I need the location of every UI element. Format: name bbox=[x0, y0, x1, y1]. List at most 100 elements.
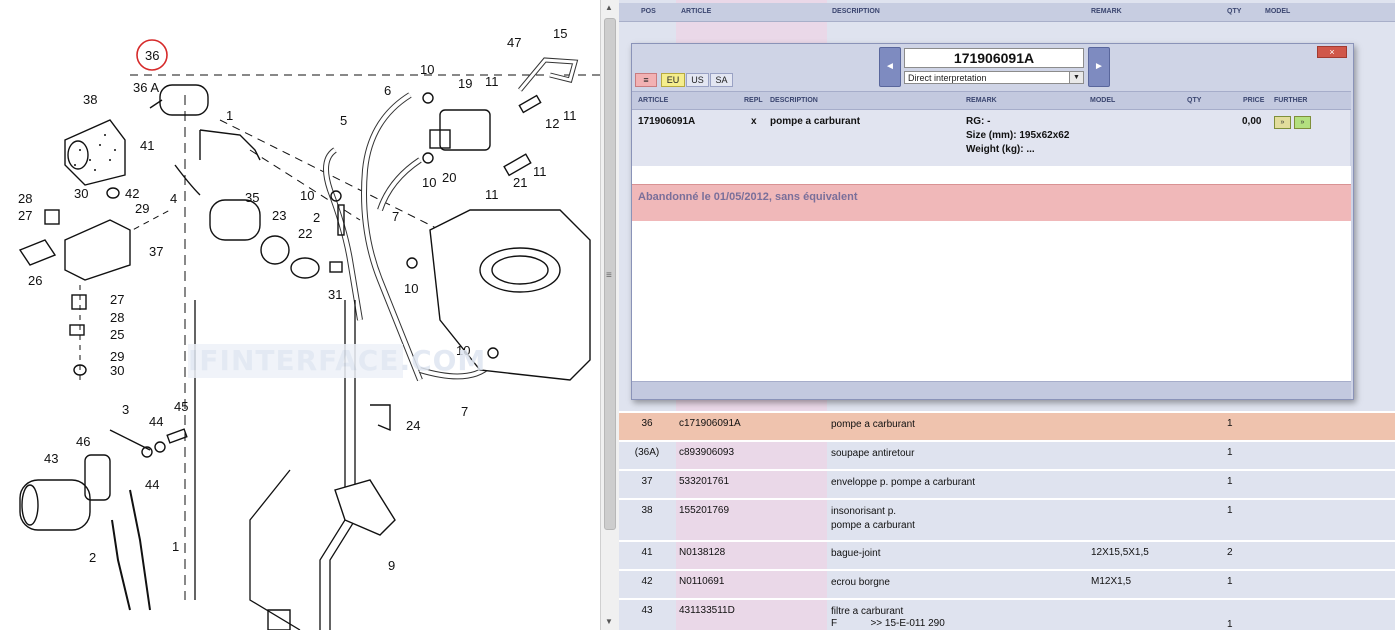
svg-text:2: 2 bbox=[313, 210, 320, 225]
scroll-down-icon[interactable]: ▼ bbox=[605, 617, 613, 626]
further-info-button[interactable]: » bbox=[1274, 116, 1291, 129]
discontinued-notice-text: Abandonné le 01/05/2012, sans équivalent bbox=[638, 191, 858, 203]
svg-text:44: 44 bbox=[145, 477, 159, 492]
row-article[interactable]: 431133511D bbox=[679, 605, 735, 616]
table-row[interactable]: 41 N0138128 bague-joint 12X15,5X1,5 2 bbox=[619, 540, 1395, 569]
popup-body-empty bbox=[632, 221, 1351, 381]
next-article-button[interactable]: ► bbox=[1088, 47, 1110, 87]
parts-list-header: POS ARTICLE DESCRIPTION REMARK QTY MODEL bbox=[619, 3, 1395, 22]
prev-article-button[interactable]: ◄ bbox=[879, 47, 901, 87]
article-number-display[interactable]: 171906091A bbox=[904, 48, 1084, 68]
svg-text:11: 11 bbox=[485, 187, 499, 202]
svg-text:10: 10 bbox=[300, 188, 314, 203]
row-article[interactable]: 533201761 bbox=[679, 476, 729, 487]
region-sa-button[interactable]: SA bbox=[710, 73, 733, 87]
region-eu-button[interactable]: EU bbox=[661, 73, 685, 87]
svg-text:7: 7 bbox=[461, 404, 468, 419]
table-row[interactable]: 43 431133511D filtre a carburant F >> 15… bbox=[619, 598, 1395, 630]
close-button[interactable]: × bbox=[1317, 46, 1347, 58]
svg-text:46: 46 bbox=[76, 434, 90, 449]
table-row[interactable]: 38 155201769 insonorisant p. pompe a car… bbox=[619, 498, 1395, 540]
header-qty[interactable]: QTY bbox=[1227, 8, 1241, 15]
popup-remark-weight: Weight (kg): ... bbox=[966, 144, 1035, 155]
header-remark[interactable]: REMARK bbox=[1091, 8, 1122, 15]
row-description: pompe a carburant bbox=[831, 419, 915, 430]
popup-header-price: PRICE bbox=[1243, 97, 1265, 104]
svg-text:30: 30 bbox=[74, 186, 88, 201]
table-row[interactable]: 42 N0110691 ecrou borgne M12X1,5 1 bbox=[619, 569, 1395, 598]
parts-diagram[interactable]: 36 36 A 38 1 5 6 10 19 47 15 11 11 12 41… bbox=[0, 0, 600, 630]
svg-text:28: 28 bbox=[110, 310, 124, 325]
svg-text:20: 20 bbox=[442, 170, 456, 185]
row-qty: 1 bbox=[1227, 447, 1233, 458]
table-row[interactable]: (36A) c893906093 soupape antiretour 1 bbox=[619, 440, 1395, 469]
svg-text:45: 45 bbox=[174, 399, 188, 414]
svg-text:6: 6 bbox=[384, 83, 391, 98]
row-description: insonorisant p. bbox=[831, 506, 897, 517]
svg-text:27: 27 bbox=[18, 208, 32, 223]
row-pos: 41 bbox=[641, 547, 653, 558]
header-description[interactable]: DESCRIPTION bbox=[832, 8, 880, 15]
popup-header-repl: REPL bbox=[744, 97, 763, 104]
row-article[interactable]: N0110691 bbox=[679, 576, 724, 587]
popup-header-article: ARTICLE bbox=[638, 97, 669, 104]
row-pos: 37 bbox=[641, 476, 653, 487]
popup-header-remark: REMARK bbox=[966, 97, 997, 104]
row-article[interactable]: c171906091A bbox=[679, 418, 741, 429]
svg-text:22: 22 bbox=[298, 226, 312, 241]
splitter-grip-icon[interactable]: ≡ bbox=[606, 270, 612, 281]
popup-header-model: MODEL bbox=[1090, 97, 1116, 104]
popup-header-qty: QTY bbox=[1187, 97, 1202, 104]
svg-text:7: 7 bbox=[392, 209, 399, 224]
svg-text:35: 35 bbox=[245, 190, 259, 205]
row-pos: 38 bbox=[641, 505, 653, 516]
chevron-down-icon[interactable]: ▼ bbox=[1069, 72, 1083, 83]
svg-text:3: 3 bbox=[122, 402, 129, 417]
svg-text:1: 1 bbox=[226, 108, 233, 123]
row-qty: 2 bbox=[1227, 547, 1233, 558]
interpretation-select[interactable]: Direct interpretation ▼ bbox=[904, 71, 1084, 84]
header-pos[interactable]: POS bbox=[641, 8, 656, 15]
svg-text:11: 11 bbox=[563, 108, 577, 123]
row-remark: 12X15,5X1,5 bbox=[1091, 547, 1149, 558]
row-pos: 36 bbox=[641, 418, 653, 429]
scroll-up-icon[interactable]: ▲ bbox=[605, 3, 613, 12]
row-qty: 1 bbox=[1227, 505, 1233, 516]
row-description: bague-joint bbox=[831, 548, 881, 559]
popup-spacer bbox=[632, 166, 1351, 184]
svg-text:41: 41 bbox=[140, 138, 154, 153]
popup-header-further: FURTHER bbox=[1274, 97, 1308, 104]
table-row[interactable]: 36 c171906091A pompe a carburant 1 bbox=[619, 411, 1395, 440]
arrow-left-icon: ◄ bbox=[885, 61, 895, 72]
svg-text:27: 27 bbox=[110, 292, 124, 307]
row-article[interactable]: N0138128 bbox=[679, 547, 725, 558]
header-article[interactable]: ARTICLE bbox=[681, 8, 711, 15]
table-row[interactable]: 37 533201761 enveloppe p. pompe a carbur… bbox=[619, 469, 1395, 498]
region-menu-button[interactable]: ≡ bbox=[635, 73, 657, 87]
popup-footer bbox=[632, 381, 1351, 399]
row-article[interactable]: 155201769 bbox=[679, 505, 729, 516]
svg-text:26: 26 bbox=[28, 273, 42, 288]
row-qty: 1 bbox=[1227, 476, 1233, 487]
exploded-view-drawing: 36 36 A 38 1 5 6 10 19 47 15 11 11 12 41… bbox=[18, 26, 600, 630]
discontinued-notice: Abandonné le 01/05/2012, sans équivalent bbox=[632, 184, 1351, 222]
svg-text:31: 31 bbox=[328, 287, 342, 302]
svg-text:10: 10 bbox=[422, 175, 436, 190]
vertical-scrollbar[interactable]: ▲ ≡ ▼ bbox=[600, 0, 620, 630]
row-article[interactable]: c893906093 bbox=[679, 447, 734, 458]
svg-text:42: 42 bbox=[125, 186, 139, 201]
row-description: soupape antiretour bbox=[831, 448, 915, 459]
svg-text:10: 10 bbox=[404, 281, 418, 296]
popup-description: pompe a carburant bbox=[770, 116, 861, 127]
svg-text:12: 12 bbox=[545, 116, 559, 131]
svg-text:44: 44 bbox=[149, 414, 163, 429]
watermark: IFINTERFACE.COM bbox=[188, 344, 487, 378]
further-order-button[interactable]: » bbox=[1294, 116, 1311, 129]
header-model[interactable]: MODEL bbox=[1265, 8, 1290, 15]
article-detail-popup: × ◄ 171906091A Direct interpretation ▼ ►… bbox=[631, 43, 1354, 400]
popup-article[interactable]: 171906091A bbox=[638, 116, 695, 127]
row-description-line2: pompe a carburant bbox=[831, 520, 915, 531]
svg-text:11: 11 bbox=[485, 74, 499, 89]
svg-text:37: 37 bbox=[149, 244, 163, 259]
region-us-button[interactable]: US bbox=[686, 73, 709, 87]
